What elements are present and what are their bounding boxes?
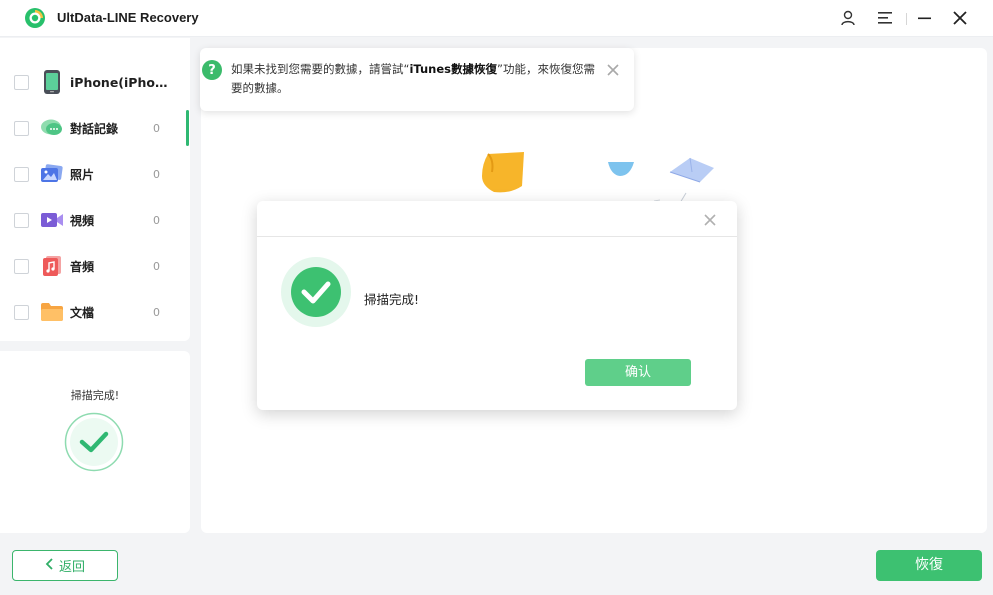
itunes-recovery-feature-name: iTunes數據恢復	[409, 62, 498, 76]
itunes-tip-notification: ? 如果未找到您需要的數據，請嘗試“iTunes數據恢復”功能，來恢復您需要的數…	[200, 48, 634, 111]
success-check-icon	[281, 257, 351, 331]
videos-checkbox[interactable]	[14, 212, 29, 228]
chats-label: 對話記錄	[70, 121, 119, 136]
videos-label: 視頻	[70, 213, 95, 228]
audio-label: 音頻	[70, 259, 95, 274]
yellow-note-decoration	[480, 150, 528, 200]
title-bar: UltData-LINE Recovery	[0, 0, 993, 37]
device-checkbox[interactable]	[14, 74, 29, 90]
tip-close-icon[interactable]	[604, 61, 622, 79]
iphone-icon	[40, 70, 64, 94]
documents-label: 文檔	[70, 305, 95, 320]
close-window-icon[interactable]	[950, 8, 970, 28]
device-label: iPhone(iPho…	[70, 74, 168, 90]
photos-label: 照片	[70, 167, 95, 182]
video-icon	[40, 208, 64, 232]
photos-icon	[40, 162, 64, 186]
account-icon[interactable]	[838, 8, 858, 28]
sidebar-item-device[interactable]: iPhone(iPho…	[0, 62, 190, 102]
chat-bubble-icon	[40, 116, 64, 140]
titlebar-divider	[906, 13, 907, 25]
back-button[interactable]: 返回	[12, 550, 118, 581]
chats-checkbox[interactable]	[14, 120, 29, 136]
active-item-indicator	[186, 110, 189, 146]
dialog-message: 掃描完成!	[364, 292, 420, 307]
videos-count: 0	[153, 213, 160, 227]
tip-text-before: 如果未找到您需要的數據，請嘗試“	[231, 62, 410, 76]
chats-count: 0	[153, 121, 160, 135]
confirm-button[interactable]: 确认	[585, 359, 691, 386]
app-logo-icon	[24, 7, 46, 29]
minimize-icon[interactable]	[915, 8, 935, 28]
sidebar-item-audio[interactable]: 音頻 0	[0, 246, 190, 286]
audio-icon	[40, 254, 64, 278]
dialog-close-icon[interactable]	[702, 212, 718, 228]
scan-complete-check-icon	[64, 412, 124, 476]
envelope-decoration	[668, 156, 716, 188]
sidebar-category-list: iPhone(iPho… 對話記錄 0 照片 0 視頻 0 音頻 0 文檔 0	[0, 38, 190, 341]
scan-status-card: 掃描完成!	[0, 351, 190, 533]
folder-icon	[40, 300, 64, 324]
sidebar-item-chats[interactable]: 對話記錄 0	[0, 108, 190, 148]
tip-message: 如果未找到您需要的數據，請嘗試“iTunes數據恢復”功能，來恢復您需要的數據。	[231, 60, 601, 98]
chevron-left-icon	[45, 557, 53, 574]
menu-icon[interactable]	[875, 8, 895, 28]
audio-checkbox[interactable]	[14, 258, 29, 274]
audio-count: 0	[153, 259, 160, 273]
scan-complete-dialog: 掃描完成! 确认	[257, 201, 737, 410]
blue-shape-decoration	[606, 160, 636, 182]
photos-count: 0	[153, 167, 160, 181]
sidebar-item-photos[interactable]: 照片 0	[0, 154, 190, 194]
photos-checkbox[interactable]	[14, 166, 29, 182]
app-title: UltData-LINE Recovery	[57, 10, 199, 25]
recover-button[interactable]: 恢復	[876, 550, 982, 581]
documents-checkbox[interactable]	[14, 304, 29, 320]
back-button-label: 返回	[58, 560, 85, 575]
sidebar-item-documents[interactable]: 文檔 0	[0, 292, 190, 332]
sidebar-item-videos[interactable]: 視頻 0	[0, 200, 190, 240]
scan-status-text: 掃描完成!	[70, 389, 120, 402]
documents-count: 0	[153, 305, 160, 319]
help-question-icon: ?	[202, 60, 222, 80]
dialog-header-divider	[257, 236, 737, 237]
